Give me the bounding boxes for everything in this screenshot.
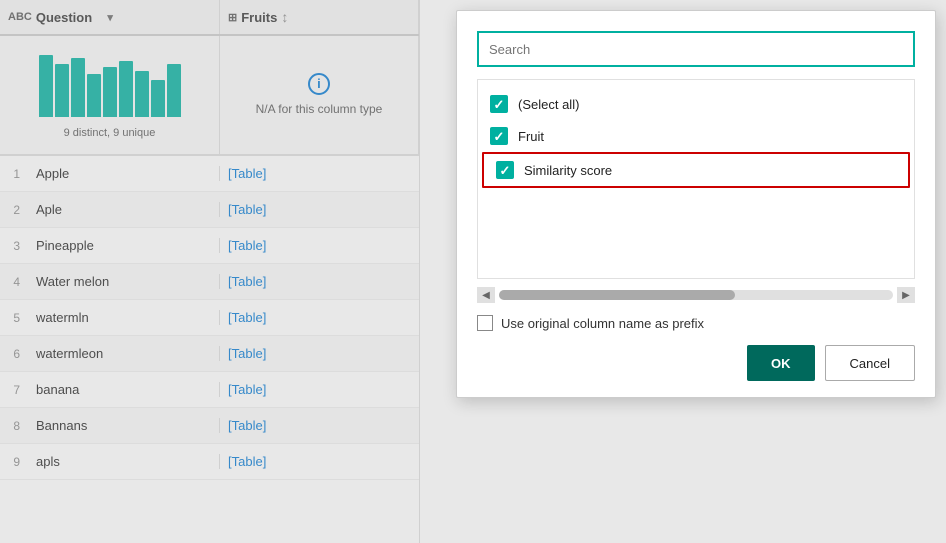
check-label-select_all: (Select all)	[518, 97, 579, 112]
search-input[interactable]	[477, 31, 915, 67]
prefix-row[interactable]: Use original column name as prefix	[477, 315, 915, 331]
scroll-right-arrow[interactable]: ▶	[897, 287, 915, 303]
scroll-left-arrow[interactable]: ◀	[477, 287, 495, 303]
prefix-checkbox[interactable]	[477, 315, 493, 331]
checkbox-fruit[interactable]: ✓	[490, 127, 508, 145]
scroll-track[interactable]	[499, 290, 893, 300]
scroll-thumb	[499, 290, 735, 300]
checklist: ✓ (Select all) ✓ Fruit ✓ Similarity scor…	[477, 79, 915, 279]
checkbox-check-fruit: ✓	[494, 130, 505, 143]
cancel-button[interactable]: Cancel	[825, 345, 915, 381]
checklist-item-fruit[interactable]: ✓ Fruit	[478, 120, 914, 152]
checkbox-check-similarity: ✓	[500, 164, 511, 177]
dialog-overlay: ✓ (Select all) ✓ Fruit ✓ Similarity scor…	[0, 0, 946, 543]
scrollbar-area: ◀ ▶	[477, 287, 915, 303]
checklist-item-similarity[interactable]: ✓ Similarity score	[482, 152, 910, 188]
prefix-label: Use original column name as prefix	[501, 316, 704, 331]
main-container: ABC Question ▾ ⊞ Fruits ↕	[0, 0, 946, 543]
expand-column-dialog: ✓ (Select all) ✓ Fruit ✓ Similarity scor…	[456, 10, 936, 398]
checklist-item-select_all[interactable]: ✓ (Select all)	[478, 88, 914, 120]
btn-row: OK Cancel	[477, 345, 915, 381]
checkbox-select_all[interactable]: ✓	[490, 95, 508, 113]
check-label-fruit: Fruit	[518, 129, 544, 144]
checkbox-similarity[interactable]: ✓	[496, 161, 514, 179]
checkbox-check-select_all: ✓	[494, 98, 505, 111]
check-label-similarity: Similarity score	[524, 163, 612, 178]
ok-button[interactable]: OK	[747, 345, 815, 381]
